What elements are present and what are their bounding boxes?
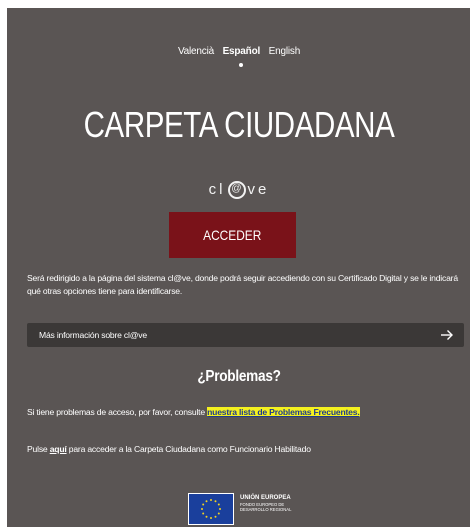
more-info-bar[interactable]: Más información sobre cl@ve: [27, 323, 464, 347]
eu-text: UNIÓN EUROPEA FONDO EUROPEO DE DESARROLL…: [240, 495, 291, 512]
funcionario-text-before: Pulse: [27, 444, 50, 454]
funcionario-text-after: para acceder a la Carpeta Ciudadana como…: [66, 444, 311, 454]
redirect-text: Será redirigido a la página del sistema …: [27, 273, 458, 296]
page-title: CARPETA CIUDADANA: [83, 104, 395, 145]
acceder-button[interactable]: ACCEDER: [169, 212, 296, 258]
acceder-button-label: ACCEDER: [203, 227, 262, 243]
clave-logo: cl @ ve: [7, 181, 470, 200]
language-selector: Valencià Español English: [7, 46, 470, 67]
problems-text: Si tiene problemas de acceso, por favor,…: [27, 406, 467, 418]
eu-text-line1: UNIÓN EUROPEA: [240, 495, 291, 501]
more-info-label: Más información sobre cl@ve: [39, 330, 147, 340]
funcionario-link[interactable]: aquí: [50, 444, 67, 454]
lang-espanol[interactable]: Español: [223, 46, 260, 67]
problems-text-before: Si tiene problemas de acceso, por favor,…: [27, 407, 208, 417]
eu-logo: UNIÓN EUROPEA FONDO EUROPEO DE DESARROLL…: [188, 493, 303, 525]
lang-english[interactable]: English: [269, 46, 301, 57]
clave-logo-prefix: cl: [208, 181, 226, 198]
lang-valencia[interactable]: Valencià: [178, 46, 214, 57]
arrow-right-icon: [441, 330, 453, 340]
clave-at-icon: @: [227, 181, 246, 200]
eu-stars-icon: [201, 499, 221, 519]
clave-logo-suffix: ve: [247, 181, 270, 198]
main-panel: Valencià Español English CARPETA CIUDADA…: [7, 8, 470, 527]
faq-link[interactable]: nuestra lista de Problemas Frecuentes.: [207, 407, 360, 417]
problems-title: ¿Problemas?: [197, 368, 281, 385]
eu-text-line3: DESARROLLO REGIONAL: [240, 507, 292, 512]
eu-flag-icon: [188, 493, 234, 525]
funcionario-text: Pulse aquí para acceder a la Carpeta Ciu…: [27, 443, 467, 455]
